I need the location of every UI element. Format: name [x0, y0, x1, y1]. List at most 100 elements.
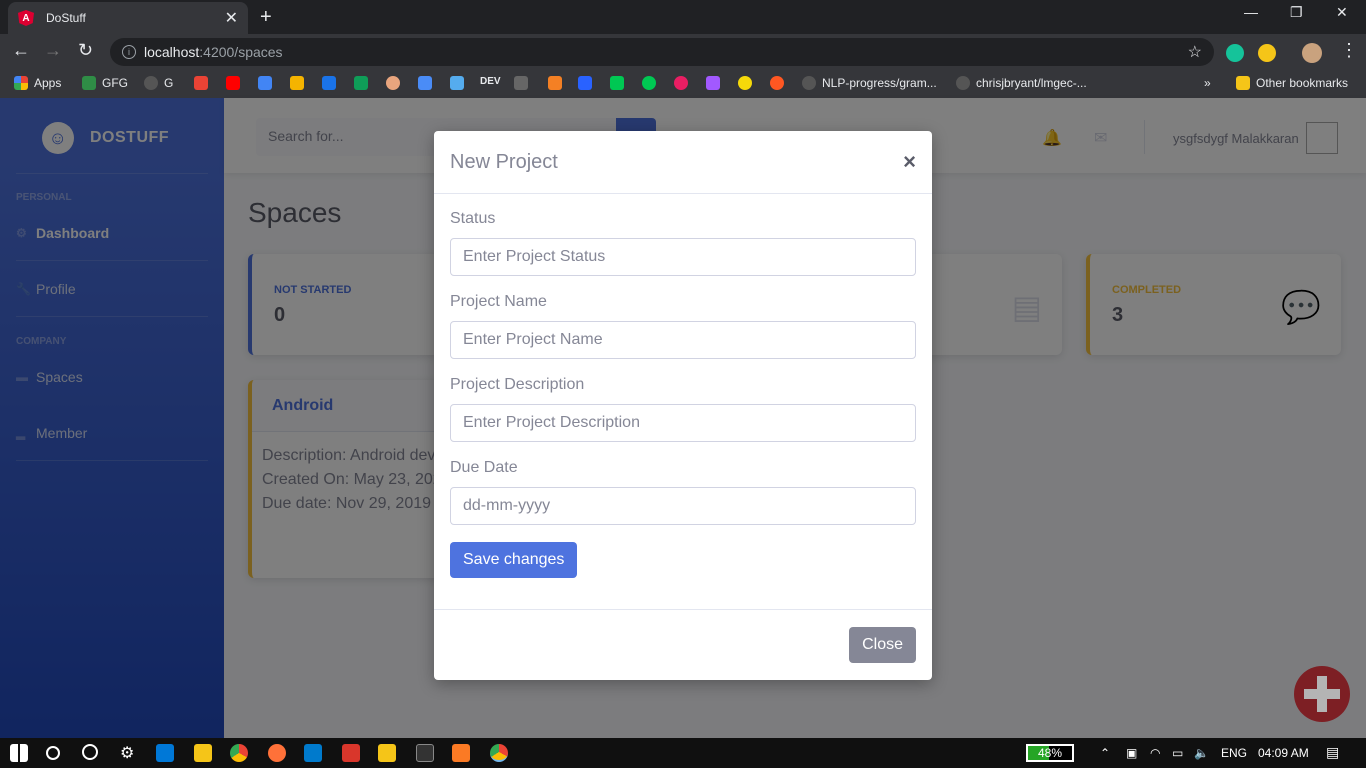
- chrome-icon[interactable]: [230, 744, 248, 762]
- folder-icon[interactable]: [378, 744, 396, 762]
- bookmark-label: Apps: [34, 76, 62, 90]
- modal-footer: Close: [434, 609, 932, 680]
- firefox-icon[interactable]: [268, 744, 286, 762]
- extension-bookmark-icon[interactable]: [386, 76, 400, 90]
- apps-grid-icon: [14, 76, 28, 90]
- bookmark-icon-d[interactable]: [738, 76, 752, 90]
- vscode-icon[interactable]: [304, 744, 322, 762]
- more-bookmarks-icon[interactable]: »: [1204, 76, 1211, 90]
- bookmark-icon-c[interactable]: [674, 76, 688, 90]
- github-icon: [144, 76, 158, 90]
- figma-icon[interactable]: [706, 76, 720, 90]
- status-label: Status: [450, 210, 496, 227]
- project-description-label: Project Description: [450, 376, 585, 393]
- bookmark-label: Other bookmarks: [1256, 76, 1349, 90]
- new-project-modal: New Project × Status Project Name Projec…: [434, 131, 932, 680]
- translate-icon[interactable]: [258, 76, 272, 90]
- new-tab-icon[interactable]: +: [260, 6, 272, 29]
- xampp-icon[interactable]: [452, 744, 470, 762]
- bookmark-label: DEV: [480, 76, 501, 87]
- url-host: localhost: [144, 44, 200, 60]
- close-button[interactable]: Close: [849, 627, 916, 663]
- back-icon[interactable]: ←: [12, 40, 30, 61]
- stackoverflow-icon[interactable]: [548, 76, 562, 90]
- due-date-input[interactable]: [450, 487, 916, 525]
- language[interactable]: ENG: [1221, 746, 1247, 760]
- cortana-icon[interactable]: [82, 744, 98, 760]
- calendar-icon[interactable]: [322, 76, 336, 90]
- save-changes-button[interactable]: Save changes: [450, 542, 578, 578]
- browser-tab[interactable]: A DoStuff ✕: [8, 2, 248, 34]
- browser-toolbar: ← → ↻ i localhost:4200/spaces ☆ ⋮: [0, 34, 1366, 70]
- notifications-icon[interactable]: ▤: [1326, 744, 1339, 761]
- postman-icon[interactable]: [342, 744, 360, 762]
- bookmark-apps[interactable]: Apps: [14, 76, 61, 90]
- close-icon[interactable]: ×: [903, 149, 916, 175]
- bookmark-dev[interactable]: DEV: [480, 76, 501, 87]
- gfg-icon: [82, 76, 96, 90]
- project-description-input[interactable]: [450, 404, 916, 442]
- bookmark-lmgec[interactable]: chrisjbryant/lmgec-...: [956, 76, 1087, 90]
- project-name-label: Project Name: [450, 293, 547, 310]
- grammarly-icon[interactable]: [1226, 44, 1244, 62]
- network-drive-icon[interactable]: ▣: [1126, 746, 1137, 760]
- minimize-icon[interactable]: —: [1244, 4, 1258, 20]
- battery-icon[interactable]: ▭: [1172, 746, 1183, 760]
- volume-icon[interactable]: 🔈: [1194, 746, 1209, 760]
- bookmark-label: NLP-progress/gram...: [822, 76, 937, 90]
- plus-icon: [1304, 689, 1340, 699]
- bookmark-label: chrisjbryant/lmgec-...: [976, 76, 1087, 90]
- bookmarks-bar: Apps GFG G DEV NLP-progress/gram... chri…: [0, 70, 1366, 98]
- bookmark-label: G: [164, 76, 174, 90]
- project-name-input[interactable]: [450, 321, 916, 359]
- bookmark-label: GFG: [102, 76, 128, 90]
- hackerrank-icon[interactable]: [642, 76, 656, 90]
- forward-icon[interactable]: →: [44, 40, 62, 61]
- file-explorer-icon[interactable]: [194, 744, 212, 762]
- bookmark-gfg[interactable]: GFG: [82, 76, 128, 90]
- angular-icon: A: [18, 10, 34, 26]
- keep-icon[interactable]: [290, 76, 304, 90]
- bookmark-icon-e[interactable]: [770, 76, 784, 90]
- url-path: :4200/spaces: [199, 44, 283, 60]
- bookmark-star-icon[interactable]: ☆: [1188, 42, 1202, 62]
- profile-avatar[interactable]: [1302, 43, 1322, 63]
- modal-body: Status Project Name Project Description …: [434, 194, 932, 594]
- bookmark-icon-b[interactable]: [610, 76, 624, 90]
- link-icon[interactable]: [418, 76, 432, 90]
- tab-title: DoStuff: [46, 11, 86, 25]
- windows-start-icon[interactable]: [10, 744, 28, 762]
- close-window-icon[interactable]: ✕: [1336, 4, 1348, 21]
- terminal-icon[interactable]: [416, 744, 434, 762]
- info-icon[interactable]: i: [122, 45, 136, 59]
- chevron-up-icon[interactable]: ⌃: [1100, 746, 1110, 760]
- gmail-icon[interactable]: [194, 76, 208, 90]
- status-input[interactable]: [450, 238, 916, 276]
- reload-icon[interactable]: ↻: [78, 40, 93, 61]
- add-project-button[interactable]: [1294, 666, 1350, 722]
- bookmark-nlp-progress[interactable]: NLP-progress/gram...: [802, 76, 937, 90]
- youtube-icon[interactable]: [226, 76, 240, 90]
- modal-header: New Project ×: [434, 131, 932, 194]
- search-icon[interactable]: [46, 746, 60, 760]
- bookmark-icon-a[interactable]: [578, 76, 592, 90]
- desktop-icon[interactable]: [156, 744, 174, 762]
- due-date-label: Due Date: [450, 459, 518, 476]
- restore-icon[interactable]: ❐: [1290, 4, 1303, 21]
- bookmark-g[interactable]: G: [144, 76, 173, 90]
- clock[interactable]: 04:09 AM: [1258, 746, 1309, 760]
- battery-indicator[interactable]: 48%: [1026, 744, 1074, 762]
- address-bar[interactable]: i localhost:4200/spaces ☆: [110, 38, 1214, 66]
- sheets-icon[interactable]: [354, 76, 368, 90]
- other-bookmarks[interactable]: Other bookmarks: [1236, 76, 1348, 90]
- chrome-active-icon[interactable]: [490, 744, 508, 762]
- github-icon: [802, 76, 816, 90]
- windows-taskbar: ⚙ 48% ⌃ ▣ ◠ ▭ 🔈 ENG 04:09 AM ▤: [0, 738, 1366, 768]
- extension-icon[interactable]: [1258, 44, 1276, 62]
- mathjax-icon[interactable]: [514, 76, 528, 90]
- settings-icon[interactable]: ⚙: [120, 743, 138, 762]
- menu-icon[interactable]: ⋮: [1340, 40, 1358, 61]
- close-tab-icon[interactable]: ✕: [225, 8, 238, 28]
- ib-icon[interactable]: [450, 76, 464, 90]
- wifi-icon[interactable]: ◠: [1150, 746, 1160, 760]
